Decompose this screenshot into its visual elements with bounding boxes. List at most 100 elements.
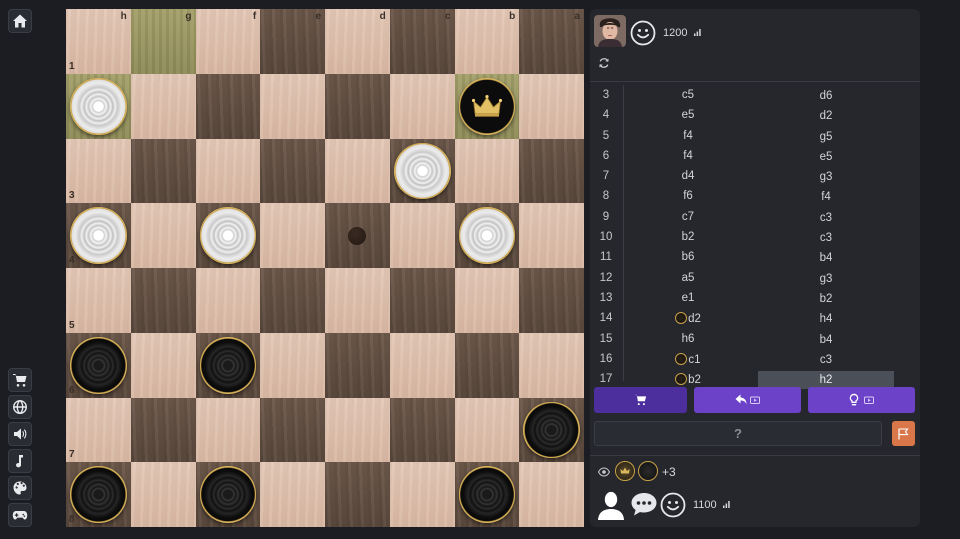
board-square[interactable]: 3: [66, 138, 131, 204]
board-square[interactable]: [260, 203, 325, 268]
board-square[interactable]: [260, 462, 325, 527]
move-black[interactable]: g5: [758, 128, 894, 146]
board-square[interactable]: [389, 332, 455, 398]
undo-button[interactable]: [694, 387, 801, 413]
board-square[interactable]: [325, 268, 390, 333]
move-black[interactable]: g3: [758, 168, 894, 186]
move-black[interactable]: c3: [758, 351, 894, 369]
help-button[interactable]: ?: [594, 421, 882, 446]
spectators[interactable]: +3: [598, 461, 798, 483]
move-white[interactable]: h6: [628, 333, 748, 345]
board-square[interactable]: [389, 462, 455, 527]
board-square[interactable]: [130, 332, 196, 398]
hint-button[interactable]: [808, 387, 915, 413]
move-black[interactable]: b2: [758, 290, 894, 308]
move-white[interactable]: f4: [628, 130, 748, 142]
board-square[interactable]: [389, 397, 455, 463]
move-black[interactable]: c3: [758, 229, 894, 247]
player-emoji-button[interactable]: [660, 492, 686, 518]
sync-icon[interactable]: [598, 57, 610, 69]
board-square[interactable]: [389, 268, 455, 333]
board-square[interactable]: h1: [66, 9, 131, 74]
move-row[interactable]: 13 e1 b2: [590, 288, 920, 308]
board-square[interactable]: [519, 462, 584, 527]
move-row[interactable]: 3 c5 d6: [590, 85, 920, 105]
move-white[interactable]: b2: [628, 373, 748, 386]
board-square[interactable]: 6: [66, 332, 131, 398]
board-square[interactable]: b: [454, 9, 520, 74]
theme-button[interactable]: [8, 476, 32, 500]
board-square[interactable]: [130, 462, 196, 527]
move-black[interactable]: g3: [758, 270, 894, 288]
move-white[interactable]: a5: [628, 272, 748, 284]
move-white[interactable]: f6: [628, 190, 748, 202]
board-square[interactable]: [195, 138, 261, 204]
white-piece[interactable]: [393, 142, 451, 200]
move-row[interactable]: 6 f4 e5: [590, 146, 920, 166]
board-square[interactable]: [519, 73, 584, 139]
board-square[interactable]: [260, 332, 325, 398]
board-square[interactable]: [130, 397, 196, 463]
move-row[interactable]: 12 a5 g3: [590, 268, 920, 288]
move-white[interactable]: c7: [628, 211, 748, 223]
board-square[interactable]: [519, 268, 584, 333]
board-square[interactable]: [454, 332, 520, 398]
board-square[interactable]: [260, 73, 325, 139]
board-square[interactable]: [260, 138, 325, 204]
black-piece[interactable]: [199, 336, 257, 394]
board-square[interactable]: 5: [66, 268, 131, 333]
move-black[interactable]: d6: [758, 87, 894, 105]
board-square[interactable]: [519, 203, 584, 268]
move-row[interactable]: 7 d4 g3: [590, 166, 920, 186]
board-square[interactable]: [130, 73, 196, 139]
board-square[interactable]: [325, 203, 390, 268]
move-white[interactable]: c1: [628, 352, 748, 366]
board-square[interactable]: [325, 73, 390, 139]
shop-button[interactable]: [8, 368, 32, 392]
move-white[interactable]: b2: [628, 231, 748, 243]
board-square[interactable]: [389, 73, 455, 139]
move-black[interactable]: f4: [758, 188, 894, 206]
move-black[interactable]: c3: [758, 209, 894, 227]
board-square[interactable]: [325, 332, 390, 398]
board-square[interactable]: [325, 138, 390, 204]
board-square[interactable]: 8: [66, 462, 131, 527]
board-square[interactable]: [325, 397, 390, 463]
move-white[interactable]: d4: [628, 170, 748, 182]
board-square[interactable]: [454, 397, 520, 463]
chat-button[interactable]: [630, 491, 658, 517]
board-square[interactable]: [195, 268, 261, 333]
move-row[interactable]: 8 f6 f4: [590, 186, 920, 206]
white-piece[interactable]: [458, 207, 516, 264]
board-square[interactable]: [195, 462, 261, 527]
player-avatar[interactable]: [596, 489, 626, 521]
board-square[interactable]: c: [389, 9, 455, 74]
board-square[interactable]: [195, 332, 261, 398]
resign-button[interactable]: [892, 421, 915, 446]
move-black[interactable]: e5: [758, 148, 894, 166]
board-square[interactable]: a: [519, 9, 584, 74]
move-row[interactable]: 15 h6 b4: [590, 329, 920, 349]
sound-button[interactable]: [8, 422, 32, 446]
move-row[interactable]: 4 e5 d2: [590, 105, 920, 125]
language-button[interactable]: [8, 395, 32, 419]
board-square[interactable]: d: [325, 9, 390, 74]
move-white[interactable]: d2: [628, 312, 748, 325]
board-square[interactable]: [454, 138, 520, 204]
board-square[interactable]: [195, 397, 261, 463]
board-square[interactable]: [195, 203, 261, 268]
board-square[interactable]: [130, 203, 196, 268]
board-square[interactable]: [260, 397, 325, 463]
black-piece[interactable]: [458, 466, 516, 523]
board-square[interactable]: [66, 73, 131, 139]
board-square[interactable]: [519, 332, 584, 398]
board-square[interactable]: [454, 462, 520, 527]
music-button[interactable]: [8, 449, 32, 473]
board-square[interactable]: [454, 73, 520, 139]
black-piece[interactable]: [523, 401, 580, 459]
shop-action-button[interactable]: [594, 387, 687, 413]
home-button[interactable]: [8, 9, 32, 33]
board-square[interactable]: [519, 138, 584, 204]
board-square[interactable]: [195, 73, 261, 139]
board-square[interactable]: [325, 462, 390, 527]
